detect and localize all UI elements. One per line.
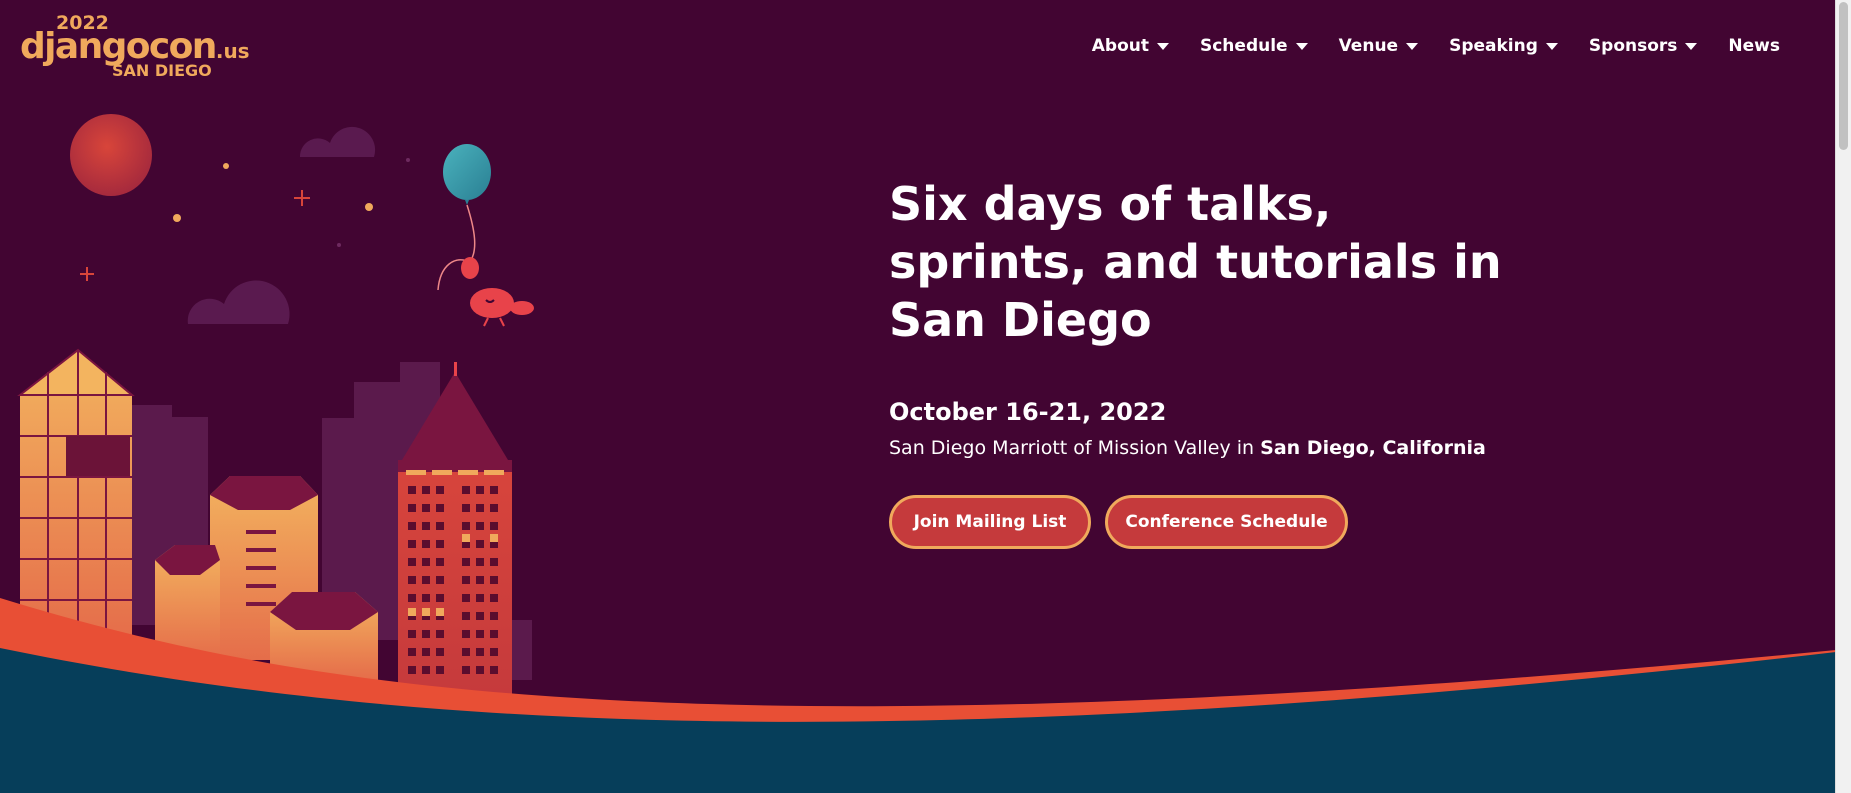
main-nav: About Schedule Venue Speaking Sponsors N… bbox=[1061, 36, 1780, 56]
glass-tower-building bbox=[17, 348, 135, 640]
scrollbar-thumb[interactable] bbox=[1839, 2, 1848, 150]
djangocon-logo[interactable]: 2022 djangocon.us SAN DIEGO bbox=[20, 12, 250, 80]
event-location: San Diego Marriott of Mission Valley in … bbox=[889, 437, 1486, 459]
nav-item-label: Sponsors bbox=[1588, 36, 1678, 56]
nav-item-news[interactable]: News bbox=[1728, 36, 1780, 56]
logo-city: SAN DIEGO bbox=[112, 61, 212, 80]
nav-item-speaking[interactable]: Speaking bbox=[1449, 36, 1558, 56]
nav-item-label: Speaking bbox=[1449, 36, 1538, 56]
nav-item-label: About bbox=[1091, 36, 1149, 56]
caret-down-icon bbox=[1156, 42, 1169, 50]
nav-item-label: Venue bbox=[1338, 36, 1399, 56]
headline-line: Six days of talks, bbox=[889, 177, 1332, 231]
venue-city: San Diego, California bbox=[1260, 437, 1486, 459]
cloud-icon bbox=[299, 126, 376, 157]
cloud-icon bbox=[187, 280, 290, 324]
nav-item-label: Schedule bbox=[1199, 36, 1288, 56]
conference-schedule-button[interactable]: Conference Schedule bbox=[1105, 495, 1348, 549]
caret-down-icon bbox=[1685, 42, 1698, 50]
hero-section: 2022 djangocon.us SAN DIEGO About Schedu… bbox=[0, 0, 1836, 793]
nav-item-label: News bbox=[1728, 36, 1780, 56]
join-mailing-list-button[interactable]: Join Mailing List bbox=[889, 495, 1091, 549]
venue-name: San Diego Marriott of Mission Valley in bbox=[889, 437, 1255, 459]
caret-down-icon bbox=[1295, 42, 1308, 50]
event-date: October 16-21, 2022 bbox=[889, 398, 1167, 426]
sparkle-decoration bbox=[80, 190, 310, 281]
nav-item-schedule[interactable]: Schedule bbox=[1200, 36, 1308, 56]
hero-headline: Six days of talks, sprints, and tutorial… bbox=[889, 175, 1509, 349]
logo-tld: .us bbox=[215, 39, 250, 63]
stars-decoration bbox=[173, 158, 410, 247]
headline-line: San Diego bbox=[889, 293, 1152, 347]
caret-down-icon bbox=[1406, 42, 1419, 50]
nav-item-about[interactable]: About bbox=[1092, 36, 1169, 56]
moon-icon bbox=[70, 114, 152, 196]
caret-down-icon bbox=[1545, 42, 1558, 50]
city-skyline-illustration bbox=[0, 114, 1836, 793]
page-scrollbar[interactable] bbox=[1835, 0, 1851, 793]
nav-item-venue[interactable]: Venue bbox=[1339, 36, 1419, 56]
balloon-crab-mascot bbox=[437, 144, 534, 327]
headline-line: sprints, and tutorials in bbox=[889, 235, 1502, 289]
nav-item-sponsors[interactable]: Sponsors bbox=[1589, 36, 1698, 56]
